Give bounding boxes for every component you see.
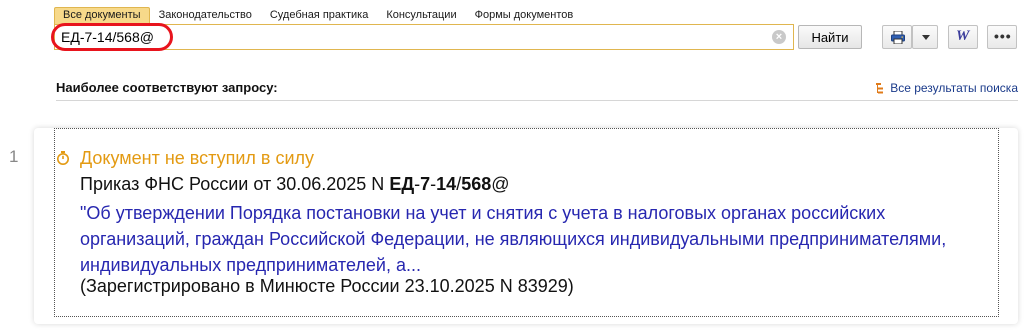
more-button[interactable]: ••• (987, 25, 1017, 49)
print-button[interactable] (882, 25, 912, 49)
word-icon: W (956, 28, 970, 44)
title-match: 568 (461, 174, 492, 194)
result-number: 1 (9, 147, 19, 166)
stopwatch-icon (57, 151, 69, 165)
search-box (54, 24, 794, 50)
results-heading: Наиболее соответствуют запросу: (56, 80, 278, 95)
search-input[interactable] (61, 28, 761, 46)
document-status: Документ не вступил в силу (80, 148, 315, 168)
tree-icon (876, 82, 884, 93)
find-button[interactable]: Найти (798, 25, 862, 49)
all-results-label: Все результаты поиска (890, 81, 1018, 95)
tab-all-documents[interactable]: Все документы (54, 7, 150, 24)
title-match: 14 (436, 174, 457, 194)
search-tabs: Все документы Законодательство Судебная … (54, 7, 582, 24)
all-results-link[interactable]: Все результаты поиска (876, 81, 1018, 95)
print-icon (891, 31, 905, 44)
tab-document-forms[interactable]: Формы документов (466, 8, 583, 24)
document-description-link[interactable]: "Об утверждении Порядка постановки на уч… (80, 200, 960, 278)
tab-court-practice[interactable]: Судебная практика (261, 8, 377, 24)
registration-note: (Зарегистрировано в Минюсте России 23.10… (80, 276, 574, 296)
title-match: 7 (420, 174, 431, 194)
clear-search-icon[interactable]: × (772, 30, 786, 44)
title-match: ЕД (389, 174, 415, 194)
tab-legislation[interactable]: Законодательство (150, 8, 261, 24)
title-sep: @ (491, 174, 510, 194)
export-word-button[interactable]: W (948, 25, 978, 49)
more-icon: ••• (994, 28, 1012, 44)
print-options-button[interactable] (912, 25, 938, 49)
title-prefix: Приказ ФНС России от 30.06.2025 N (80, 174, 390, 194)
document-title: Приказ ФНС России от 30.06.2025 N ЕД-7-1… (80, 174, 510, 195)
chevron-down-icon (922, 35, 930, 40)
tab-consultations[interactable]: Консультации (377, 8, 465, 24)
divider (56, 100, 1018, 101)
